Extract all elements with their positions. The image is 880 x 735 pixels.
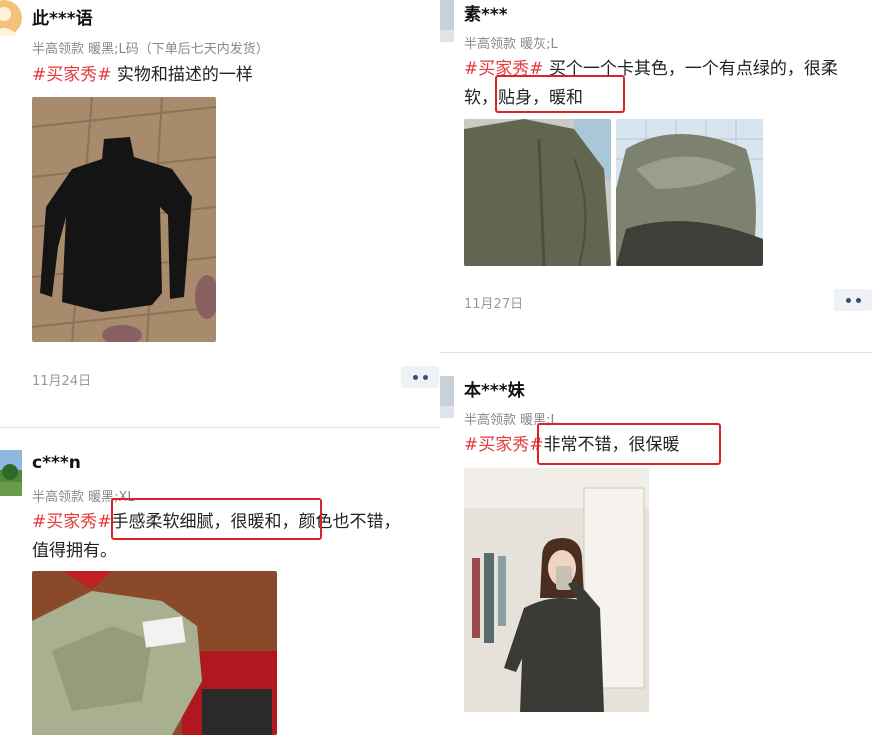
- review-photo[interactable]: [32, 571, 277, 735]
- review-date: 11月24日: [32, 374, 92, 389]
- review-photo[interactable]: [464, 468, 649, 712]
- review-text-body: 实物和描述的一样: [111, 65, 253, 85]
- more-dots-icon: [845, 297, 851, 303]
- more-dots-icon: [855, 297, 861, 303]
- buyer-show-tag[interactable]: #买家秀#: [464, 435, 544, 455]
- username: 本***妹: [464, 381, 525, 401]
- avatar[interactable]: [0, 0, 22, 40]
- highlight-box: [537, 423, 721, 465]
- review-photo[interactable]: [32, 97, 216, 342]
- username: c***n: [32, 453, 81, 473]
- avatar[interactable]: [0, 450, 22, 496]
- left-column: 此***语 半高领款 暖黑;L码（下单后七天内发货） #买家秀# 实物和描述的一…: [0, 0, 440, 735]
- more-button[interactable]: [401, 366, 439, 388]
- divider: [440, 352, 872, 353]
- username: 此***语: [32, 9, 93, 29]
- review-text: #买家秀# 实物和描述的一样: [32, 61, 432, 90]
- more-dots-icon: [412, 374, 418, 380]
- divider: [0, 427, 440, 428]
- avatar[interactable]: [440, 376, 454, 418]
- review-text-body: 软，: [464, 88, 498, 108]
- review-photo[interactable]: [464, 119, 611, 266]
- more-dots-icon: [422, 374, 428, 380]
- buyer-show-tag[interactable]: #买家秀#: [32, 512, 112, 532]
- right-column: 素*** 半高领款 暖灰;L #买家秀# 买个一个卡其色，一个有点绿的，很柔 软，…: [440, 0, 880, 735]
- product-spec: 半高领款 暖灰;L: [464, 37, 558, 52]
- more-button[interactable]: [834, 289, 872, 311]
- username: 素***: [464, 5, 508, 25]
- product-spec: 半高领款 暖黑;L码（下单后七天内发货）: [32, 42, 269, 57]
- review-date: 11月27日: [464, 297, 524, 312]
- review-text-body: 值得拥有。: [32, 541, 117, 561]
- review-photo[interactable]: [616, 119, 763, 266]
- highlight-box: [111, 498, 322, 540]
- avatar[interactable]: [440, 0, 454, 42]
- highlight-box: [495, 75, 625, 113]
- buyer-show-tag[interactable]: #买家秀#: [32, 65, 112, 85]
